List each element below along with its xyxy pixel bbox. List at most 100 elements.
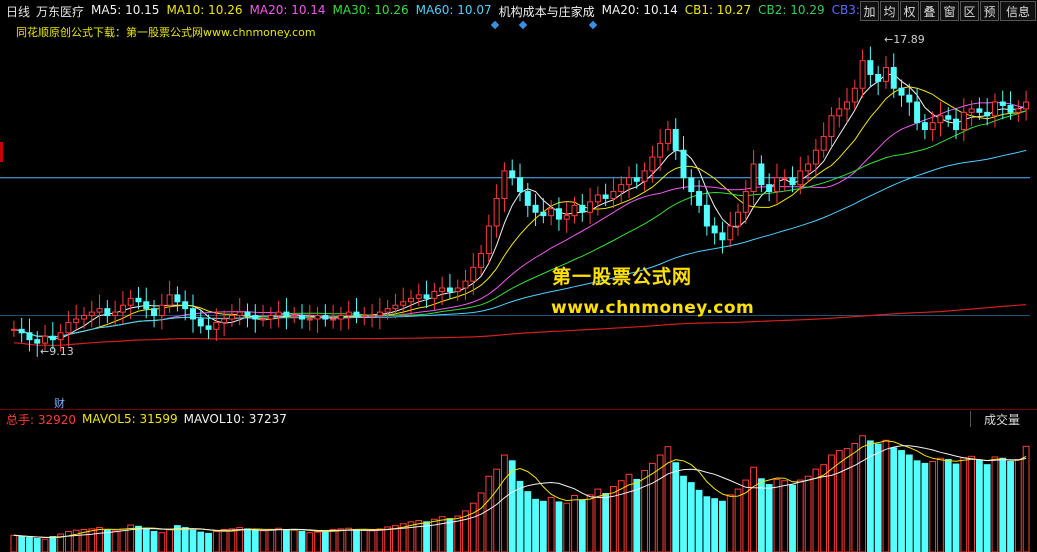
volume-bar — [898, 450, 905, 552]
volume-bar — [244, 528, 251, 552]
volume-bar — [532, 498, 539, 552]
volume-bar — [392, 525, 399, 552]
candle-body — [968, 108, 975, 113]
candle-body — [267, 315, 274, 320]
candle-body — [485, 225, 492, 255]
low-price-label: ←9.13 — [40, 345, 74, 358]
volume-panel-name[interactable]: 成交量 — [970, 411, 1033, 427]
candle-body — [119, 304, 126, 313]
candle-body — [10, 328, 17, 331]
volume-bar — [485, 475, 493, 552]
volume-bar — [555, 501, 563, 552]
candle-body — [454, 287, 461, 292]
volume-bar — [773, 478, 781, 552]
candle-body — [836, 108, 843, 117]
candle-body — [719, 232, 726, 241]
candle-body — [493, 197, 500, 227]
volume-bar — [960, 457, 968, 552]
volume-bar — [539, 500, 547, 552]
candle-body — [337, 315, 344, 320]
volume-bar — [88, 528, 96, 552]
volume-bar — [757, 478, 765, 552]
candle-body — [633, 177, 640, 182]
candle-body — [571, 204, 578, 217]
volume-bar — [687, 482, 695, 552]
volume-bar — [937, 457, 944, 552]
candlestick-chart[interactable] — [0, 0, 1037, 552]
candle-body — [812, 149, 819, 165]
volume-bar — [446, 518, 454, 552]
volume-bar — [259, 530, 267, 552]
volume-bar — [181, 527, 189, 552]
volume-bar — [205, 532, 212, 552]
candle-body — [688, 177, 695, 193]
candle-body — [361, 315, 368, 318]
candle-body — [407, 297, 414, 303]
candle-body — [314, 315, 321, 320]
volume-bar — [158, 532, 166, 552]
candle-body — [236, 311, 243, 317]
candle-body — [400, 301, 407, 306]
candle-body — [649, 156, 656, 172]
stock-chart-window: 日线 万东医疗 MA5: 10.15 MA10: 10.26 MA20: 10.14… — [0, 0, 1037, 552]
candle-body — [182, 301, 189, 310]
volume-bar — [18, 536, 26, 552]
candle-body — [197, 318, 204, 327]
candle-body — [446, 287, 453, 292]
candle-body — [914, 101, 921, 124]
candle-body — [781, 177, 788, 180]
candle-body — [828, 115, 835, 137]
candle-body — [34, 339, 41, 344]
candle-body — [330, 318, 337, 321]
candle-body — [80, 315, 87, 320]
candle-body — [104, 308, 111, 317]
candle-body — [789, 177, 796, 186]
volume-bar — [571, 494, 578, 552]
volume-bar — [415, 520, 423, 552]
volume-bar — [197, 531, 205, 552]
candle-body — [548, 208, 555, 217]
volume-bar — [820, 464, 828, 552]
candle-body — [540, 211, 547, 217]
cost-line — [13, 304, 1027, 347]
volume-bar — [617, 480, 625, 552]
volume-bar — [283, 529, 290, 552]
volume-bar — [750, 466, 757, 552]
volume-bar — [921, 462, 929, 552]
volume-bar — [41, 538, 49, 552]
volume-bar — [360, 529, 368, 552]
volume-bar — [734, 488, 742, 552]
ma20-line — [13, 101, 1027, 338]
volume-bar — [142, 528, 150, 552]
volume-bar — [49, 536, 57, 552]
candle-body — [73, 318, 80, 323]
candle-body — [1015, 108, 1022, 113]
volume-bar — [321, 530, 329, 552]
candle-body — [758, 163, 765, 186]
candle-body — [882, 67, 889, 82]
candle-body — [859, 60, 866, 89]
candle-body — [976, 108, 983, 113]
volume-bar — [298, 530, 306, 552]
volume-bar — [189, 529, 197, 552]
candle-body — [610, 191, 617, 199]
volume-bar — [524, 491, 532, 552]
candle-body — [298, 315, 305, 320]
volume-bar — [991, 456, 999, 552]
volume-bar — [578, 499, 586, 552]
volume-bar — [10, 534, 18, 552]
volume-bar — [890, 447, 898, 552]
volume-bar — [150, 530, 158, 552]
candle-body — [143, 301, 150, 310]
candle-body — [221, 318, 228, 323]
candle-body — [112, 311, 119, 317]
volume-bar — [648, 462, 656, 552]
candle-body — [1007, 104, 1014, 113]
candle-body — [42, 335, 49, 344]
volume-bar — [376, 528, 384, 552]
volume-bar — [975, 459, 983, 552]
candle-body — [431, 290, 438, 299]
volume-bar — [602, 493, 610, 552]
volume-bar — [228, 528, 236, 552]
volume-bar — [944, 459, 952, 552]
